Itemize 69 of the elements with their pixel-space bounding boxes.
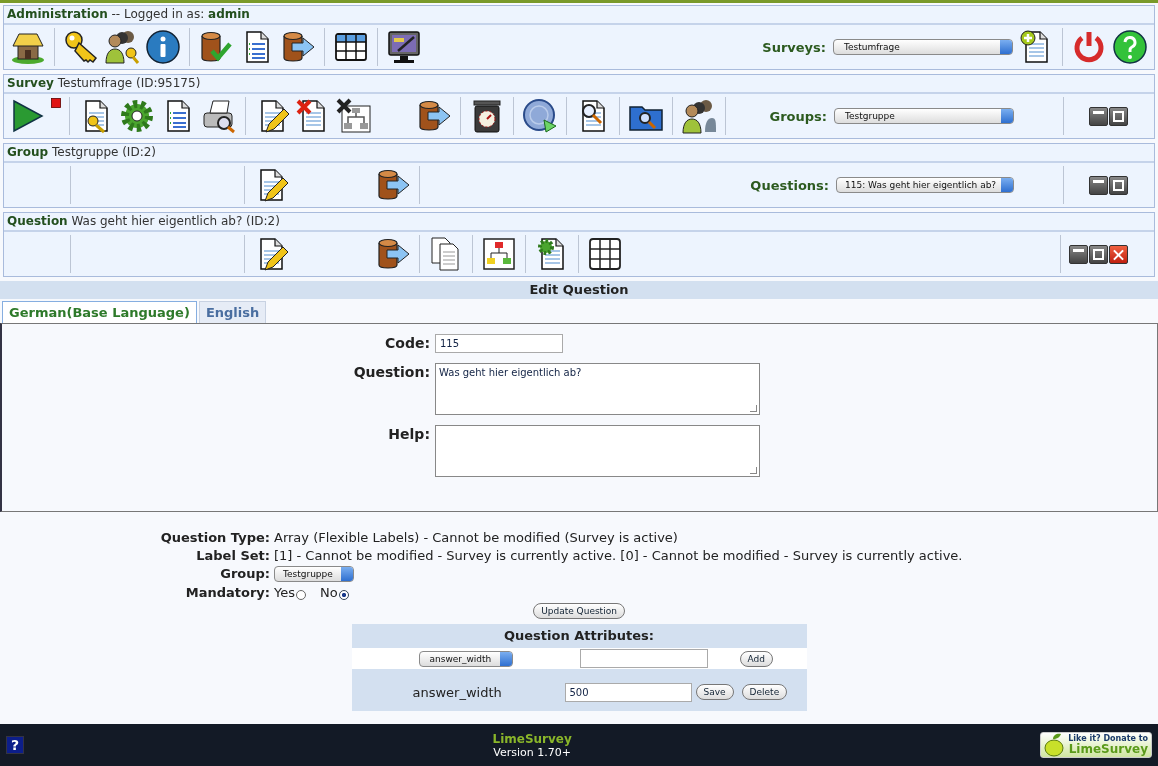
panel-title: Question Was geht hier eigentlich ab? (ID:2): [7, 214, 280, 228]
version-text: Version 1.70+: [493, 745, 571, 759]
attribute-name: answer_width: [412, 684, 503, 700]
monitor-brush-icon[interactable]: [386, 29, 422, 65]
add-button[interactable]: Add: [739, 650, 773, 667]
groups-label: Groups:: [769, 108, 827, 124]
surveys-label: Surveys:: [762, 39, 826, 55]
minimize-button[interactable]: [1089, 175, 1108, 195]
printer-magnifier-icon[interactable]: [201, 98, 237, 134]
database-check-icon[interactable]: [198, 29, 234, 65]
help-icon[interactable]: [1112, 29, 1148, 65]
maximize-button[interactable]: [1109, 106, 1128, 126]
section-title: Edit Question: [0, 281, 1158, 299]
database-arrow-icon[interactable]: [416, 98, 452, 134]
detail-label: Label Set:: [195, 548, 270, 563]
text-area[interactable]: Was geht hier eigentlich ab?: [435, 363, 760, 415]
people-key-icon[interactable]: [104, 29, 140, 65]
radio-label: No: [320, 585, 338, 600]
detail-value: [1] - Cannot be modified - Survey is currently active. [0] - Cannot be modified - Survey is currently active.: [274, 548, 963, 563]
detail-label: Question Type:: [159, 530, 270, 545]
detail-label: Group:: [219, 566, 270, 582]
text-area[interactable]: [435, 425, 760, 477]
maximize-button[interactable]: [1089, 244, 1108, 264]
gear-icon[interactable]: [119, 98, 155, 134]
help-button[interactable]: ?: [6, 736, 24, 754]
lime-icon: [1044, 733, 1067, 757]
info-icon[interactable]: [145, 29, 181, 65]
radio-button[interactable]: [338, 589, 349, 600]
key-icon[interactable]: [63, 29, 99, 65]
panel-title: Group Testgruppe (ID:2): [7, 145, 156, 159]
table-grid-icon[interactable]: [587, 236, 623, 272]
field-label: Code:: [384, 334, 430, 353]
field-label: Help:: [387, 425, 430, 444]
survey-select[interactable]: Testumfrage: [833, 39, 1013, 55]
minimize-button[interactable]: [1089, 106, 1108, 126]
tree-delete-icon[interactable]: [336, 98, 372, 134]
play-icon[interactable]: [10, 98, 46, 134]
field-label: Question:: [352, 363, 430, 382]
attributes-title: Question Attributes:: [351, 624, 807, 648]
detail-label: Mandatory:: [184, 585, 270, 600]
code-field[interactable]: 115: [435, 334, 563, 353]
database-arrow-icon[interactable]: [280, 29, 316, 65]
panel-title: Survey Testumfrage (ID:95175): [7, 76, 201, 90]
update-question-button[interactable]: Update Question: [533, 603, 625, 619]
attribute-value-field[interactable]: [579, 649, 708, 668]
close-button[interactable]: [1109, 244, 1128, 264]
save-button[interactable]: Save: [695, 684, 734, 700]
minimize-button[interactable]: [1069, 244, 1088, 264]
group-select[interactable]: Testgruppe: [274, 566, 354, 582]
people-icon[interactable]: [681, 98, 717, 134]
attribute-select[interactable]: answer_width: [418, 650, 513, 667]
language-tab[interactable]: English: [198, 301, 267, 323]
database-arrow-icon[interactable]: [375, 167, 411, 203]
app-name: LimeSurvey: [492, 731, 572, 746]
delete-button[interactable]: Delete: [741, 684, 788, 700]
maximize-button[interactable]: [1109, 175, 1128, 195]
detail-value: Array (Flexible Labels) - Cannot be modified (Survey is active): [274, 530, 678, 545]
group-select[interactable]: Testgruppe: [834, 108, 1014, 124]
questions-label: Questions:: [750, 177, 829, 193]
flowchart-icon[interactable]: [481, 236, 517, 272]
database-arrow-icon[interactable]: [375, 236, 411, 272]
language-tab[interactable]: German(Base Language): [2, 301, 197, 323]
panel-title: Administration -- Logged in as: admin: [7, 7, 250, 21]
radio-label: Yes: [274, 585, 295, 600]
question-select[interactable]: 115: Was geht hier eigentlich ab?: [836, 177, 1014, 193]
circle-play-icon[interactable]: [522, 98, 558, 134]
donate-button[interactable]: Like it? Donate to LimeSurvey: [1040, 732, 1152, 758]
attribute-value-field[interactable]: 500: [564, 682, 692, 702]
radio-button[interactable]: [296, 589, 306, 600]
